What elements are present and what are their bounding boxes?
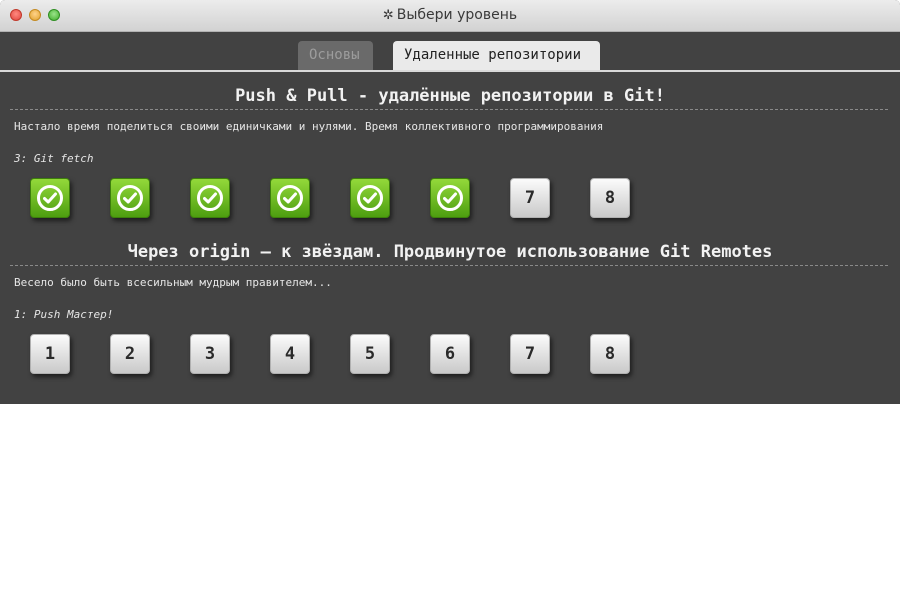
level-row: 1 2 3 4 5 6 7 8	[0, 334, 900, 376]
tab-basics[interactable]: Основы	[298, 41, 373, 70]
level-number: 8	[604, 188, 616, 208]
tab-remote-repositories[interactable]: Удаленные репозитории	[393, 41, 600, 70]
checkmark-icon	[357, 185, 383, 211]
level-button-1[interactable]: 1	[30, 334, 70, 374]
level-number: 6	[444, 344, 456, 364]
section-divider	[10, 109, 888, 110]
level-button-2[interactable]: 2	[110, 334, 150, 374]
level-number: 1	[44, 344, 56, 364]
level-number: 7	[524, 344, 536, 364]
section-description: Настало время поделиться своими единичка…	[14, 120, 604, 133]
level-number: 3	[204, 344, 216, 364]
level-button-7[interactable]: 7	[510, 334, 550, 374]
section-title: Через origin – к звёздам. Продвинутое ис…	[127, 242, 773, 262]
section-push-pull: Push & Pull - удалённые репозитории в Gi…	[0, 83, 900, 220]
level-button-3[interactable]	[190, 178, 230, 218]
level-button-4[interactable]: 4	[270, 334, 310, 374]
level-button-8[interactable]: 8	[590, 334, 630, 374]
section-description: Весело было быть всесильным мудрым прави…	[14, 276, 332, 289]
level-number: 2	[124, 344, 136, 364]
level-row: 78	[0, 178, 900, 220]
section-title: Push & Pull - удалённые репозитории в Gi…	[235, 86, 665, 106]
checkmark-icon	[437, 185, 463, 211]
level-number: 7	[524, 188, 536, 208]
level-number: 8	[604, 344, 616, 364]
checkmark-icon	[37, 185, 63, 211]
window-title-text: Выбери уровень	[396, 7, 518, 23]
level-button-8[interactable]: 8	[590, 178, 630, 218]
level-button-4[interactable]	[270, 178, 310, 218]
selected-level-name: 1: Push Мастер!	[14, 308, 114, 321]
level-button-3[interactable]: 3	[190, 334, 230, 374]
window-title: ✲ Выбери уровень	[0, 7, 900, 23]
section-divider	[10, 265, 888, 266]
title-bar: ✲ Выбери уровень	[0, 0, 900, 32]
section-remotes-advanced: Через origin – к звёздам. Продвинутое ис…	[0, 239, 900, 376]
level-button-2[interactable]	[110, 178, 150, 218]
level-number: 4	[284, 344, 296, 364]
checkmark-icon	[197, 185, 223, 211]
selected-level-name: 3: Git fetch	[14, 152, 94, 165]
tab-bar: Основы Удаленные репозитории	[0, 32, 900, 72]
checkmark-icon	[277, 185, 303, 211]
level-button-6[interactable]: 6	[430, 334, 470, 374]
gear-icon: ✲	[382, 8, 394, 23]
level-button-5[interactable]	[350, 178, 390, 218]
level-button-6[interactable]	[430, 178, 470, 218]
level-number: 5	[364, 344, 376, 364]
level-button-1[interactable]	[30, 178, 70, 218]
checkmark-icon	[117, 185, 143, 211]
level-button-5[interactable]: 5	[350, 334, 390, 374]
level-button-7[interactable]: 7	[510, 178, 550, 218]
level-select-window: ✲ Выбери уровень Основы Удаленные репозит…	[0, 0, 900, 404]
